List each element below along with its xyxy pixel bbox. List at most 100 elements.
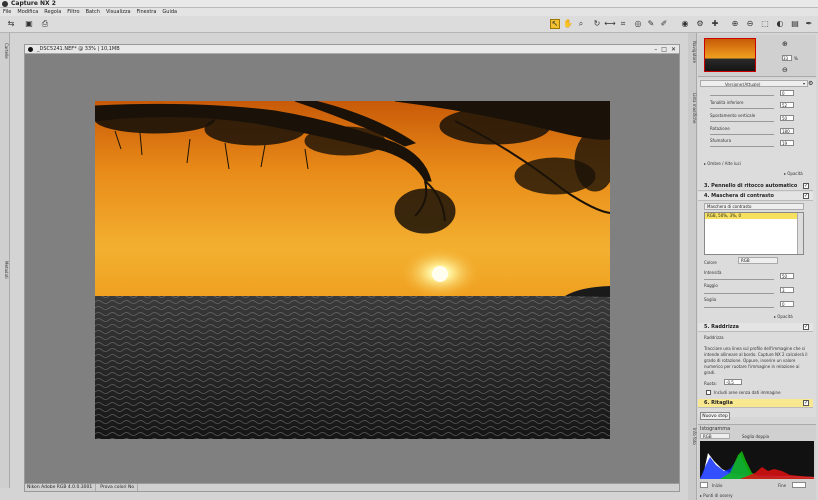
menu-bar: File Modifica Regola Filtro Batch Visual… — [0, 8, 818, 16]
menu-modifica[interactable]: Modifica — [17, 8, 38, 16]
brush-icon[interactable]: ⊕ — [730, 19, 740, 29]
settings-icon[interactable]: ⚙ — [808, 80, 813, 87]
opacity-toggle-1[interactable]: ▸ Opacità — [784, 171, 803, 176]
intensita-input[interactable]: 50 — [780, 273, 794, 279]
crop-icon[interactable]: ⌗ — [618, 19, 628, 29]
step-5-checkbox[interactable]: ✓ — [803, 324, 809, 330]
ombre-toggle[interactable]: ▸ Ombre / Alte luci — [704, 161, 741, 166]
step-4-label: 4. Maschera di contrasto — [704, 193, 774, 199]
auto-retouch-icon[interactable]: ✎ — [646, 19, 656, 29]
version-select[interactable]: Versione: (Attuale) ▾ — [700, 80, 808, 87]
step-4-header[interactable]: 4. Maschera di contrasto ✓ — [698, 192, 813, 201]
field-3-input[interactable]: 180 — [780, 128, 794, 134]
step-4-list-item[interactable]: RGB, 50%, 3%, 0 — [705, 213, 797, 219]
opacity-toggle-2[interactable]: ▸ Opacità — [774, 314, 793, 319]
version-label: Versione: — [725, 82, 744, 87]
step-3-checkbox[interactable]: ✓ — [803, 183, 809, 189]
document-status-bar: Nikon Adobe RGB 4.0.0.3001 Prova colori … — [25, 483, 679, 491]
gradient-icon[interactable]: ▤ — [790, 19, 800, 29]
tab-navigatore[interactable]: Navigatore — [689, 41, 697, 63]
toolbar: ⇆ ▣ ⎙ ↖ ✋ ⌕ ↻ ⟷ ⌗ ◎ ✎ ✐ ◉ ⚙ ✚ ⊕ ⊖ ⬚ ◐ ▤ … — [0, 16, 818, 33]
red-eye-icon[interactable]: ◎ — [633, 19, 643, 29]
direct-select-tool-icon[interactable]: ↖ — [550, 19, 560, 29]
menu-guida[interactable]: Guida — [162, 8, 177, 16]
soglia-input[interactable]: 0 — [780, 301, 794, 307]
start-input[interactable] — [700, 482, 708, 488]
minimize-button[interactable]: – — [654, 45, 657, 54]
tab-metadati[interactable]: Metadati — [1, 261, 9, 279]
menu-visualizza[interactable]: Visualizza — [106, 8, 131, 16]
step-5-label: 5. Raddrizza — [704, 324, 739, 330]
tab-info-foto[interactable]: Info foto — [689, 428, 697, 445]
field-0-slider[interactable] — [710, 95, 774, 96]
field-2-input[interactable]: 50 — [780, 115, 794, 121]
menu-regola[interactable]: Regola — [44, 8, 61, 16]
end-input[interactable] — [792, 482, 806, 488]
step-3-header[interactable]: 3. Pennello di ritocco automatico ✓ — [698, 182, 813, 191]
field-0-input[interactable]: 0 — [780, 90, 794, 96]
tab-cartelle[interactable]: Cartelle — [1, 43, 9, 59]
straighten-icon[interactable]: ⟷ — [604, 19, 615, 29]
field-2-label: Spostamento verticale — [710, 113, 756, 118]
field-4-input[interactable]: 19 — [780, 140, 794, 146]
left-tab-strip: Cartelle Metadati — [0, 33, 10, 488]
histogram-mode: Soglia doppia — [742, 434, 770, 439]
menu-file[interactable]: File — [3, 8, 11, 16]
maximize-button[interactable]: □ — [661, 45, 667, 54]
raggio-input[interactable]: 3 — [780, 287, 794, 293]
soft-proof-status[interactable]: Prova colori No — [100, 484, 139, 491]
scrollbar[interactable] — [797, 213, 803, 254]
fill-icon[interactable]: ◐ — [775, 19, 785, 29]
include-label: Includi aree senza dati immagine — [714, 390, 781, 395]
colore-value: RGB — [741, 258, 750, 263]
browser-icon[interactable]: ⇆ — [6, 19, 16, 29]
control-point-icon[interactable]: ◉ — [680, 19, 690, 29]
zoom-in-icon[interactable]: ⊕ — [782, 40, 788, 48]
field-2-slider[interactable] — [710, 121, 774, 122]
raggio-slider[interactable] — [704, 293, 774, 294]
tab-lista-modifiche[interactable]: Lista modifiche — [689, 93, 697, 123]
lasso-icon[interactable]: ⊖ — [745, 19, 755, 29]
channel-select[interactable]: RGB — [700, 433, 730, 439]
retouch-icon[interactable]: ✐ — [659, 19, 669, 29]
step-4-select[interactable]: Maschera di contrasto — [704, 203, 804, 210]
navigator-thumbnail[interactable] — [704, 38, 756, 72]
field-3-slider[interactable] — [710, 134, 774, 135]
zoom-value[interactable]: 33 — [782, 55, 792, 61]
zoom-out-icon[interactable]: ⊖ — [782, 66, 788, 74]
step-6-checkbox[interactable]: ✓ — [803, 400, 809, 406]
menu-batch[interactable]: Batch — [86, 8, 100, 16]
app-title: Capture NX 2 — [11, 0, 56, 7]
rotate-icon[interactable]: ↻ — [592, 19, 602, 29]
new-step-button[interactable]: Nuovo step — [700, 412, 730, 420]
right-panel: Navigatore Lista modifiche Info foto ⊕ 3… — [688, 33, 818, 500]
menu-finestra[interactable]: Finestra — [137, 8, 157, 16]
white-point-icon[interactable]: ⚙ — [695, 19, 705, 29]
colore-select[interactable]: RGB — [738, 257, 778, 264]
right-tab-strip: Navigatore Lista modifiche Info foto — [688, 33, 697, 500]
step-4-list[interactable]: RGB, 50%, 3%, 0 — [704, 212, 804, 255]
intensita-slider[interactable] — [704, 279, 774, 280]
field-1-input[interactable]: 52 — [780, 102, 794, 108]
field-4-slider[interactable] — [710, 146, 774, 147]
zoom-tool-icon[interactable]: ⌕ — [576, 19, 586, 29]
raggio-label: Raggio — [704, 283, 718, 288]
menu-filtro[interactable]: Filtro — [67, 8, 79, 16]
soglia-slider[interactable] — [704, 307, 774, 308]
step-5-header[interactable]: 5. Raddrizza ✓ — [698, 323, 813, 332]
step-4-checkbox[interactable]: ✓ — [803, 193, 809, 199]
step-6-header[interactable]: 6. Ritaglia ✓ — [698, 399, 813, 408]
zoom-unit: % — [794, 56, 798, 61]
ombre-label: Ombre / Alte luci — [707, 161, 741, 166]
selection-icon[interactable]: ⬚ — [760, 19, 770, 29]
pen-icon[interactable]: ✒ — [804, 19, 814, 29]
include-checkbox[interactable] — [706, 390, 711, 395]
hand-tool-icon[interactable]: ✋ — [563, 19, 573, 29]
ruota-input[interactable]: -0,5 — [724, 379, 742, 385]
field-1-slider[interactable] — [710, 108, 774, 109]
print-icon[interactable]: ⎙ — [40, 19, 50, 29]
app-icon — [2, 1, 8, 7]
color-picker-icon[interactable]: ✚ — [710, 19, 720, 29]
close-button[interactable]: ✕ — [671, 45, 676, 54]
save-icon[interactable]: ▣ — [24, 19, 34, 29]
